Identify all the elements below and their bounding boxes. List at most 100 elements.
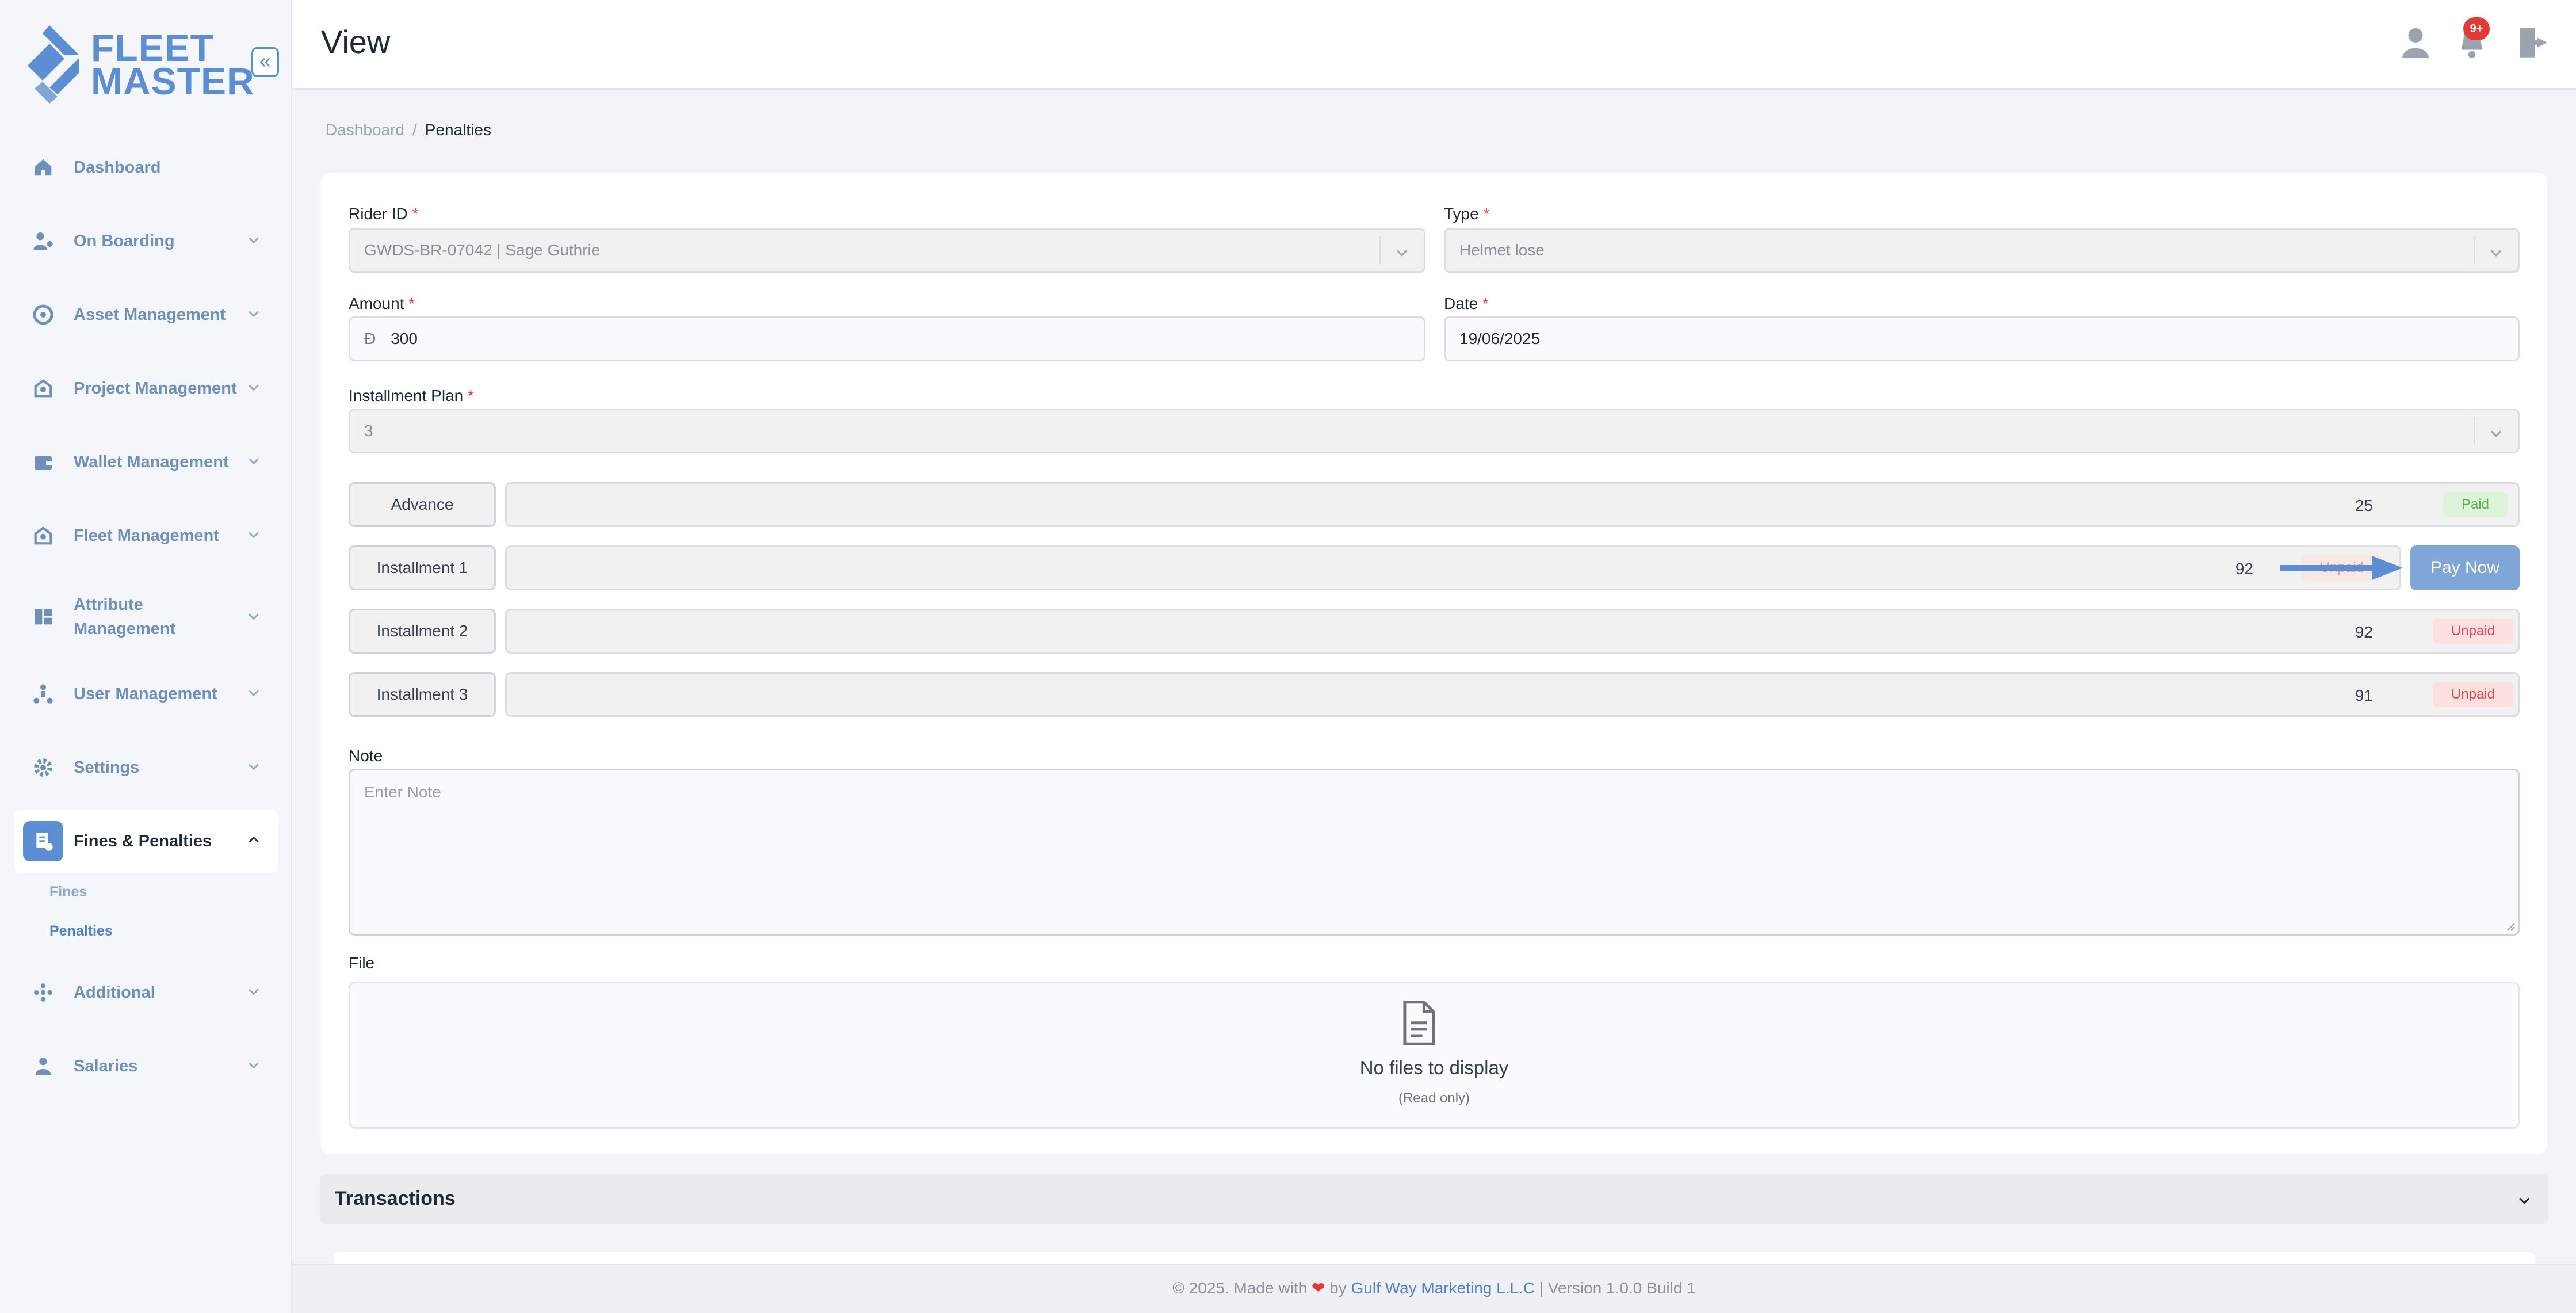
- installment-3-button[interactable]: Installment 3: [349, 672, 496, 717]
- chevron-down-icon: [249, 532, 259, 539]
- currency-icon: Đ: [364, 330, 376, 348]
- sidebar: FLEET MASTER « Dashboard On Boarding Ass…: [0, 0, 292, 1313]
- footer-version: | Version 1.0.0 Build 1: [1539, 1279, 1696, 1297]
- rider-id-select[interactable]: GWDS-BR-07042 | Sage Guthrie: [349, 228, 1425, 273]
- sidebar-item-label: Wallet Management: [74, 453, 229, 471]
- sidebar-item-fines-penalties[interactable]: Fines & Penalties: [14, 810, 278, 873]
- rider-id-value: GWDS-BR-07042 | Sage Guthrie: [364, 241, 601, 259]
- fines-icon: [23, 821, 63, 861]
- status-badge-unpaid: Unpaid: [2433, 619, 2513, 644]
- chevrons-left-icon: «: [259, 49, 272, 72]
- sidebar-subitem-fines[interactable]: Fines: [49, 884, 87, 900]
- penalty-form-card: Rider ID * GWDS-BR-07042 | Sage Guthrie …: [321, 173, 2547, 1154]
- sidebar-item-project-management[interactable]: Project Management: [14, 357, 278, 420]
- type-value: Helmet lose: [1459, 241, 1545, 259]
- installment-plan-value: 3: [364, 422, 373, 440]
- file-label: File: [349, 954, 375, 972]
- sidebar-item-additional[interactable]: Additional: [14, 961, 278, 1024]
- user-profile-icon[interactable]: [2401, 25, 2430, 60]
- sidebar-item-label: User Management: [74, 685, 217, 703]
- notification-badge: 9+: [2463, 17, 2490, 40]
- home-icon: [23, 147, 63, 188]
- sidebar-item-user-management[interactable]: User Management: [14, 662, 278, 726]
- arrow-right-icon: [2280, 556, 2403, 580]
- select-separator: [2474, 417, 2475, 445]
- onboarding-icon: [23, 221, 63, 261]
- installment-1-amount: 92: [2235, 560, 2253, 578]
- rider-id-label: Rider ID *: [349, 205, 419, 223]
- chevron-down-icon: [2518, 1197, 2530, 1204]
- advance-amount: 25: [2355, 497, 2373, 514]
- asset-icon: [23, 295, 63, 335]
- installment-plan-select[interactable]: 3: [349, 409, 2520, 453]
- sidebar-item-on-boarding[interactable]: On Boarding: [14, 209, 278, 273]
- sidebar-item-attribute-management[interactable]: Attribute Management: [14, 582, 278, 651]
- installment-1-row: 92 Unpaid: [505, 545, 2401, 590]
- logo-word-master: MASTER: [91, 60, 255, 102]
- advance-button[interactable]: Advance: [349, 482, 496, 527]
- sidebar-item-asset-management[interactable]: Asset Management: [14, 283, 278, 346]
- breadcrumb-separator: /: [412, 121, 417, 139]
- advance-row: 25 Paid: [505, 482, 2520, 527]
- document-icon: [1403, 1001, 1435, 1045]
- read-only-text: (Read only): [1398, 1090, 1470, 1106]
- amount-field[interactable]: Đ 300: [349, 316, 1425, 361]
- chevron-down-icon: [1396, 250, 1408, 257]
- transactions-title: Transactions: [335, 1188, 456, 1209]
- installment-plan-label: Installment Plan *: [349, 387, 474, 404]
- collapse-sidebar-button[interactable]: «: [251, 47, 279, 77]
- sidebar-item-salaries[interactable]: Salaries: [14, 1035, 278, 1098]
- sidebar-item-label: Settings: [74, 758, 140, 777]
- sidebar-item-label: Additional: [74, 983, 155, 1002]
- no-files-text: No files to display: [1359, 1057, 1509, 1078]
- file-dropzone: No files to display (Read only): [349, 982, 2520, 1129]
- sidebar-item-settings[interactable]: Settings: [14, 736, 278, 799]
- type-select[interactable]: Helmet lose: [1444, 228, 2520, 273]
- note-textarea[interactable]: Enter Note: [349, 769, 2520, 936]
- transactions-accordion[interactable]: Transactions: [320, 1174, 2548, 1224]
- chevron-down-icon: [249, 237, 259, 244]
- wallet-icon: [23, 442, 63, 482]
- chevron-down-icon: [249, 1062, 259, 1069]
- installment-2-row: 92 Unpaid: [505, 609, 2520, 654]
- installment-3-row: 91 Unpaid: [505, 672, 2520, 717]
- select-separator: [2474, 236, 2475, 264]
- status-badge-paid: Paid: [2443, 492, 2508, 517]
- gear-icon: [23, 747, 63, 788]
- sidebar-item-label: Fines & Penalties: [74, 832, 212, 850]
- top-header: View 9+: [292, 0, 2576, 90]
- date-value: 19/06/2025: [1459, 330, 1541, 348]
- fleet-master-logo[interactable]: FLEET MASTER: [26, 24, 254, 105]
- type-label: Type *: [1444, 205, 1490, 223]
- heart-icon: ❤: [1311, 1279, 1325, 1297]
- breadcrumb: Dashboard / Penalties: [326, 121, 491, 139]
- chevron-down-icon: [249, 690, 259, 697]
- chevron-down-icon: [249, 458, 259, 465]
- logo-mark-icon: [28, 25, 79, 104]
- installment-2-amount: 92: [2355, 623, 2373, 641]
- breadcrumb-dashboard-link[interactable]: Dashboard: [326, 121, 404, 139]
- salaries-icon: [23, 1046, 63, 1086]
- sidebar-item-fleet-management[interactable]: Fleet Management: [14, 504, 278, 567]
- date-label: Date *: [1444, 295, 1489, 312]
- resize-handle-icon[interactable]: [2504, 920, 2516, 932]
- pay-now-button[interactable]: Pay Now: [2410, 545, 2520, 590]
- footer-copyright: © 2025. Made with: [1172, 1279, 1308, 1297]
- date-field[interactable]: 19/06/2025: [1444, 316, 2520, 361]
- company-link[interactable]: Gulf Way Marketing L.L.C: [1351, 1279, 1535, 1297]
- installment-1-button[interactable]: Installment 1: [349, 545, 496, 590]
- sidebar-item-dashboard[interactable]: Dashboard: [14, 136, 278, 199]
- chevron-down-icon: [249, 613, 259, 620]
- sidebar-item-label: Project Management: [74, 379, 237, 398]
- logout-icon[interactable]: [2517, 25, 2550, 60]
- installment-2-button[interactable]: Installment 2: [349, 609, 496, 654]
- sidebar-subitem-penalties[interactable]: Penalties: [49, 923, 113, 940]
- additional-icon: [23, 972, 63, 1013]
- breadcrumb-current: Penalties: [425, 121, 491, 139]
- select-separator: [1379, 236, 1381, 264]
- chevron-down-icon: [249, 311, 259, 318]
- chevron-down-icon: [2490, 250, 2502, 257]
- sidebar-item-label: Attribute Management: [74, 593, 175, 641]
- amount-label: Amount *: [349, 295, 415, 312]
- sidebar-item-wallet-management[interactable]: Wallet Management: [14, 430, 278, 494]
